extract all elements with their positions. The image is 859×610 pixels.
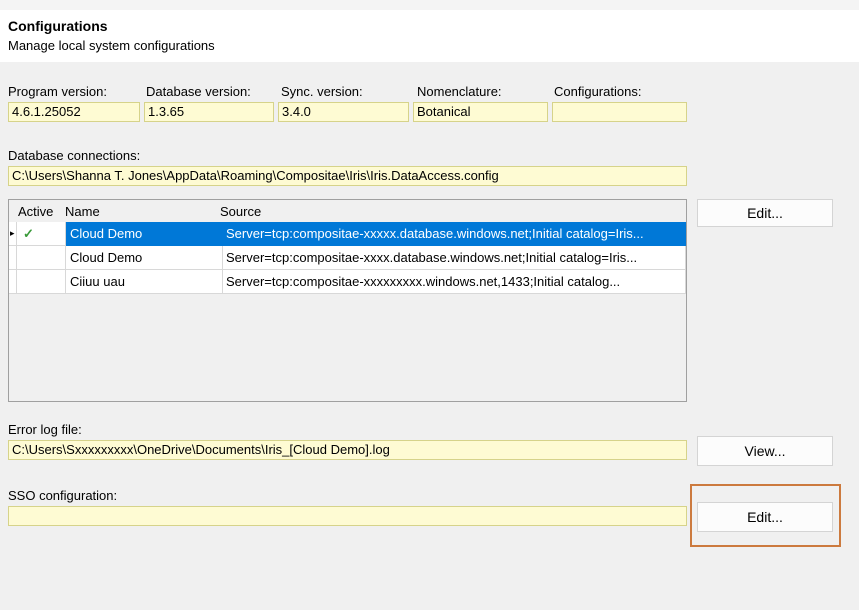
- active-cell[interactable]: ✓: [17, 222, 66, 246]
- error-log-label: Error log file:: [8, 422, 82, 437]
- column-header-source[interactable]: Source: [220, 204, 261, 219]
- header-panel: [0, 10, 859, 62]
- row-pointer-icon: ▸: [10, 228, 15, 238]
- program-version-field[interactable]: 4.6.1.25052: [8, 102, 140, 122]
- sync-version-field[interactable]: 3.4.0: [278, 102, 409, 122]
- program-version-label: Program version:: [8, 84, 107, 99]
- checkmark-icon: ✓: [23, 226, 34, 241]
- nomenclature-label: Nomenclature:: [417, 84, 502, 99]
- top-strip: [0, 0, 859, 10]
- error-log-path-field[interactable]: C:\Users\Sxxxxxxxxx\OneDrive\Documents\I…: [8, 440, 687, 460]
- column-header-name[interactable]: Name: [65, 204, 100, 219]
- db-connections-path-field[interactable]: C:\Users\Shanna T. Jones\AppData\Roaming…: [8, 166, 687, 186]
- row-indicator: ▸: [9, 222, 17, 246]
- page-title: Configurations: [8, 18, 108, 34]
- source-cell[interactable]: Server=tcp:compositae-xxxx.database.wind…: [223, 246, 686, 270]
- source-cell[interactable]: Server=tcp:compositae-xxxxx.database.win…: [223, 222, 686, 246]
- name-cell[interactable]: Ciiuu uau: [66, 270, 223, 294]
- name-cell[interactable]: Cloud Demo: [66, 246, 223, 270]
- sso-config-field[interactable]: [8, 506, 687, 526]
- database-version-field[interactable]: 1.3.65: [144, 102, 274, 122]
- nomenclature-field[interactable]: Botanical: [413, 102, 548, 122]
- name-cell[interactable]: Cloud Demo: [66, 222, 223, 246]
- table-row[interactable]: Cloud Demo Server=tcp:compositae-xxxx.da…: [9, 246, 686, 270]
- highlight-box: [690, 484, 841, 547]
- db-connections-grid[interactable]: Active Name Source ▸ ✓ Cloud Demo Server…: [8, 199, 687, 402]
- sync-version-label: Sync. version:: [281, 84, 363, 99]
- table-row[interactable]: ▸ ✓ Cloud Demo Server=tcp:compositae-xxx…: [9, 222, 686, 246]
- edit-connections-button[interactable]: Edit...: [697, 199, 833, 227]
- active-cell[interactable]: [17, 246, 66, 270]
- db-connections-label: Database connections:: [8, 148, 141, 163]
- row-indicator: [9, 270, 17, 294]
- grid-header: Active Name Source: [9, 200, 686, 222]
- column-header-active[interactable]: Active: [18, 204, 53, 219]
- configurations-field[interactable]: [552, 102, 687, 122]
- page-subtitle: Manage local system configurations: [8, 38, 215, 53]
- row-indicator: [9, 246, 17, 270]
- source-cell[interactable]: Server=tcp:compositae-xxxxxxxxx.windows.…: [223, 270, 686, 294]
- view-log-button[interactable]: View...: [697, 436, 833, 466]
- table-row[interactable]: Ciiuu uau Server=tcp:compositae-xxxxxxxx…: [9, 270, 686, 294]
- sso-label: SSO configuration:: [8, 488, 118, 503]
- active-cell[interactable]: [17, 270, 66, 294]
- database-version-label: Database version:: [146, 84, 251, 99]
- configurations-label: Configurations:: [554, 84, 642, 99]
